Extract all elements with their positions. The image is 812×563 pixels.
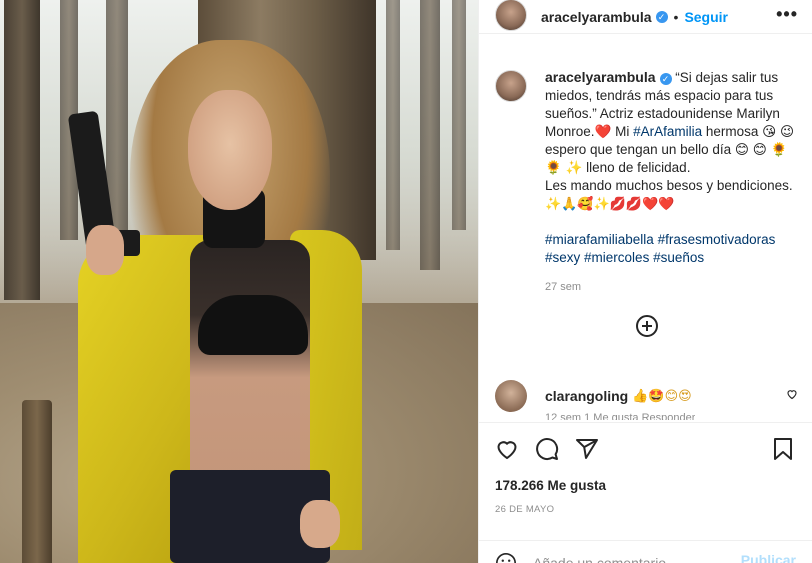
- caption-time: 27 sem: [545, 281, 582, 293]
- comment-input[interactable]: [533, 554, 733, 563]
- hashtag-link[interactable]: #miarafamiliabella: [545, 232, 654, 247]
- post-header: aracelyarambula ✓ • Seguir •••: [479, 0, 812, 34]
- caption: aracelyarambula ✓ “Si dejas salir tus mie…: [495, 68, 798, 267]
- follow-button[interactable]: Seguir: [684, 9, 728, 25]
- hashtag-link[interactable]: #miercoles: [584, 250, 649, 265]
- caption-heart: ❤️: [594, 124, 612, 139]
- author-username[interactable]: aracelyarambula: [541, 9, 652, 25]
- caption-emoji-row: ✨🙏🥰✨💋💋❤️❤️: [545, 196, 675, 211]
- caption-username[interactable]: aracelyarambula: [545, 69, 656, 85]
- hashtag-link[interactable]: #sexy: [545, 250, 580, 265]
- comment-meta: 12 sem 1 Me gusta Responder: [545, 412, 696, 420]
- share-icon[interactable]: [575, 437, 601, 463]
- verified-badge-icon: ✓: [659, 73, 672, 85]
- publish-button[interactable]: Publicar: [741, 552, 796, 563]
- comment-like-heart-icon[interactable]: [786, 388, 798, 403]
- caption-text: aracelyarambula ✓ “Si dejas salir tus mie…: [545, 68, 798, 267]
- caption-text-part: Mi: [611, 124, 634, 139]
- commenter-username[interactable]: clarangoling: [545, 388, 628, 404]
- comment-text: 👍🤩😊😍: [632, 388, 692, 403]
- post-date: 26 DE MAYO: [495, 504, 555, 515]
- comment-item: clarangoling 👍🤩😊😍: [495, 380, 798, 412]
- smiley-icon[interactable]: [495, 552, 517, 563]
- action-bar: [479, 422, 812, 478]
- comment-composer: Publicar: [479, 540, 812, 563]
- like-count[interactable]: 178.266 Me gusta: [495, 478, 606, 493]
- comment-icon[interactable]: [535, 437, 561, 463]
- comments-area[interactable]: aracelyarambula ✓ “Si dejas salir tus mie…: [495, 68, 798, 416]
- tree-stump: [22, 400, 52, 563]
- woman-figure: [60, 40, 380, 563]
- tree-trunk: [420, 0, 440, 270]
- bookmark-icon[interactable]: [772, 437, 796, 463]
- tree-trunk: [4, 0, 40, 300]
- face: [188, 90, 272, 210]
- hashtag-link[interactable]: #sueños: [653, 250, 704, 265]
- caption-avatar[interactable]: [495, 70, 527, 102]
- hand: [86, 225, 124, 275]
- header-separator: •: [673, 8, 679, 25]
- hashtag-link[interactable]: #ArAfamilia: [633, 124, 702, 139]
- author-avatar[interactable]: [495, 0, 527, 31]
- post-photo[interactable]: [0, 0, 478, 563]
- torso: [190, 240, 310, 490]
- caption-text-part: Les mando muchos besos y bendiciones.: [545, 178, 793, 193]
- more-options-icon[interactable]: •••: [776, 4, 798, 25]
- load-more-comments: [495, 315, 798, 337]
- post-side-panel: aracelyarambula ✓ • Seguir ••• aracelyar…: [478, 0, 812, 563]
- black-lace-top: [198, 295, 308, 355]
- commenter-avatar[interactable]: [495, 380, 527, 412]
- verified-badge-icon: ✓: [655, 10, 668, 23]
- hashtag-link[interactable]: #frasesmotivadoras: [658, 232, 776, 247]
- tree-trunk: [386, 0, 400, 250]
- heart-icon[interactable]: [495, 437, 521, 463]
- plus-circle-icon[interactable]: [635, 315, 658, 337]
- tree-trunk: [452, 0, 466, 230]
- hand: [300, 500, 340, 548]
